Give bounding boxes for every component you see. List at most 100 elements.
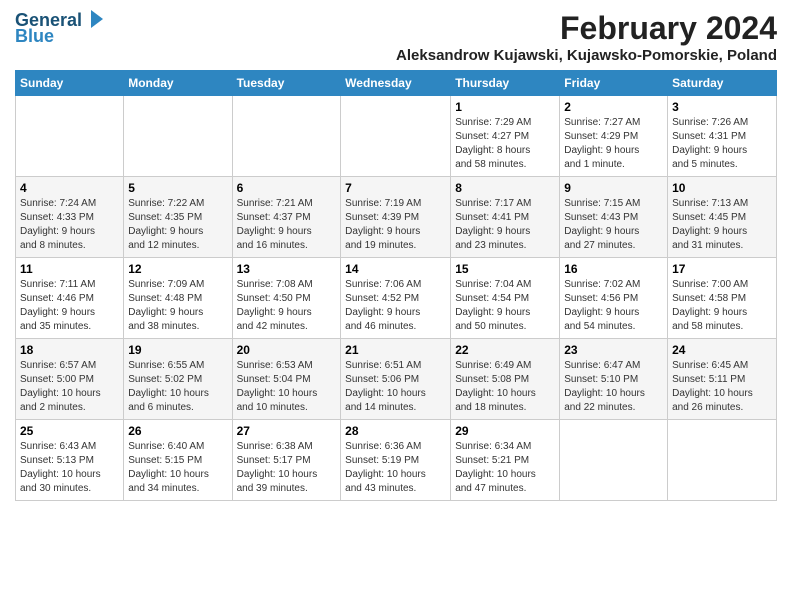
day-info: Sunrise: 7:06 AM Sunset: 4:52 PM Dayligh…: [345, 278, 446, 334]
page: General Blue February 2024 Aleksandrow K…: [0, 0, 792, 511]
day-number: 28: [345, 424, 446, 438]
calendar-cell: 8 Sunrise: 7:17 AM Sunset: 4:41 PM Daylig…: [451, 177, 560, 258]
day-info: Sunrise: 7:13 AM Sunset: 4:45 PM Dayligh…: [672, 197, 772, 253]
calendar-cell: 5Sunrise: 7:22 AM Sunset: 4:35 PM Daylig…: [124, 177, 232, 258]
day-info: Sunrise: 6:57 AM Sunset: 5:00 PM Dayligh…: [20, 359, 119, 415]
calendar-cell: 1Sunrise: 7:29 AM Sunset: 4:27 PM Daylig…: [451, 96, 560, 177]
day-number: 23: [564, 343, 663, 357]
calendar-cell: 11Sunrise: 7:11 AM Sunset: 4:46 PM Dayli…: [16, 258, 124, 339]
day-number: 12: [128, 262, 227, 276]
day-number: 18: [20, 343, 119, 357]
calendar-cell: 12 Sunrise: 7:09 AM Sunset: 4:48 PM Dayli…: [124, 258, 232, 339]
day-info: Sunrise: 6:34 AM Sunset: 5:21 PM Dayligh…: [455, 440, 555, 496]
title-section: February 2024 Aleksandrow Kujawski, Kuja…: [396, 10, 777, 64]
calendar-cell: 10Sunrise: 7:13 AM Sunset: 4:45 PM Dayli…: [668, 177, 777, 258]
day-info: Sunrise: 6:49 AM Sunset: 5:08 PM Dayligh…: [455, 359, 555, 415]
day-number: 20: [237, 343, 337, 357]
column-header-friday: Friday: [560, 71, 668, 96]
day-info: Sunrise: 7:09 AM Sunset: 4:48 PM Dayligh…: [128, 278, 227, 334]
day-number: 4: [20, 181, 119, 195]
day-info: Sunrise: 7:17 AM Sunset: 4:41 PM Dayligh…: [455, 197, 555, 253]
calendar-cell: 17 Sunrise: 7:00 AM Sunset: 4:58 PM Dayli…: [668, 258, 777, 339]
day-info: Sunrise: 6:47 AM Sunset: 5:10 PM Dayligh…: [564, 359, 663, 415]
day-number: 1: [455, 100, 555, 114]
calendar-cell: [560, 420, 668, 501]
day-number: 19: [128, 343, 227, 357]
day-number: 8: [455, 181, 555, 195]
calendar-table: SundayMondayTuesdayWednesdayThursdayFrid…: [15, 70, 777, 501]
calendar-cell: 13 Sunrise: 7:08 AM Sunset: 4:50 PM Dayli…: [232, 258, 341, 339]
calendar-cell: 28 Sunrise: 6:36 AM Sunset: 5:19 PM Dayli…: [341, 420, 451, 501]
day-info: Sunrise: 7:24 AM Sunset: 4:33 PM Dayligh…: [20, 197, 119, 253]
day-number: 6: [237, 181, 337, 195]
column-header-thursday: Thursday: [451, 71, 560, 96]
day-number: 7: [345, 181, 446, 195]
day-info: Sunrise: 7:02 AM Sunset: 4:56 PM Dayligh…: [564, 278, 663, 334]
calendar-cell: 23 Sunrise: 6:47 AM Sunset: 5:10 PM Dayli…: [560, 339, 668, 420]
calendar-cell: 22Sunrise: 6:49 AM Sunset: 5:08 PM Dayli…: [451, 339, 560, 420]
day-number: 16: [564, 262, 663, 276]
day-number: 14: [345, 262, 446, 276]
calendar-cell: 2Sunrise: 7:27 AM Sunset: 4:29 PM Daylig…: [560, 96, 668, 177]
day-number: 21: [345, 343, 446, 357]
day-info: Sunrise: 6:38 AM Sunset: 5:17 PM Dayligh…: [237, 440, 337, 496]
day-number: 27: [237, 424, 337, 438]
day-info: Sunrise: 7:26 AM Sunset: 4:31 PM Dayligh…: [672, 116, 772, 172]
day-info: Sunrise: 6:36 AM Sunset: 5:19 PM Dayligh…: [345, 440, 446, 496]
calendar-cell: [232, 96, 341, 177]
calendar-cell: 20 Sunrise: 6:53 AM Sunset: 5:04 PM Dayli…: [232, 339, 341, 420]
calendar-cell: 21 Sunrise: 6:51 AM Sunset: 5:06 PM Dayli…: [341, 339, 451, 420]
day-info: Sunrise: 7:22 AM Sunset: 4:35 PM Dayligh…: [128, 197, 227, 253]
day-info: Sunrise: 7:19 AM Sunset: 4:39 PM Dayligh…: [345, 197, 446, 253]
day-number: 13: [237, 262, 337, 276]
day-info: Sunrise: 6:40 AM Sunset: 5:15 PM Dayligh…: [128, 440, 227, 496]
logo-icon: [83, 8, 105, 30]
calendar-header: SundayMondayTuesdayWednesdayThursdayFrid…: [16, 71, 777, 96]
day-info: Sunrise: 7:08 AM Sunset: 4:50 PM Dayligh…: [237, 278, 337, 334]
calendar-cell: 29 Sunrise: 6:34 AM Sunset: 5:21 PM Dayli…: [451, 420, 560, 501]
day-info: Sunrise: 6:51 AM Sunset: 5:06 PM Dayligh…: [345, 359, 446, 415]
day-number: 11: [20, 262, 119, 276]
calendar-cell: [124, 96, 232, 177]
day-info: Sunrise: 6:45 AM Sunset: 5:11 PM Dayligh…: [672, 359, 772, 415]
calendar-cell: 7 Sunrise: 7:19 AM Sunset: 4:39 PM Daylig…: [341, 177, 451, 258]
calendar-cell: [16, 96, 124, 177]
week-row-2: 4 Sunrise: 7:24 AM Sunset: 4:33 PM Daylig…: [16, 177, 777, 258]
calendar-cell: 14 Sunrise: 7:06 AM Sunset: 4:52 PM Dayli…: [341, 258, 451, 339]
day-info: Sunrise: 6:43 AM Sunset: 5:13 PM Dayligh…: [20, 440, 119, 496]
day-number: 3: [672, 100, 772, 114]
calendar-cell: 18 Sunrise: 6:57 AM Sunset: 5:00 PM Dayli…: [16, 339, 124, 420]
column-header-wednesday: Wednesday: [341, 71, 451, 96]
calendar-cell: 27 Sunrise: 6:38 AM Sunset: 5:17 PM Dayli…: [232, 420, 341, 501]
calendar-cell: 19 Sunrise: 6:55 AM Sunset: 5:02 PM Dayli…: [124, 339, 232, 420]
calendar-body: 1Sunrise: 7:29 AM Sunset: 4:27 PM Daylig…: [16, 96, 777, 501]
week-row-5: 25 Sunrise: 6:43 AM Sunset: 5:13 PM Dayli…: [16, 420, 777, 501]
day-number: 26: [128, 424, 227, 438]
day-info: Sunrise: 7:04 AM Sunset: 4:54 PM Dayligh…: [455, 278, 555, 334]
week-row-4: 18 Sunrise: 6:57 AM Sunset: 5:00 PM Dayli…: [16, 339, 777, 420]
calendar-cell: 25 Sunrise: 6:43 AM Sunset: 5:13 PM Dayli…: [16, 420, 124, 501]
calendar-cell: 9Sunrise: 7:15 AM Sunset: 4:43 PM Daylig…: [560, 177, 668, 258]
week-row-3: 11Sunrise: 7:11 AM Sunset: 4:46 PM Dayli…: [16, 258, 777, 339]
calendar-cell: 26 Sunrise: 6:40 AM Sunset: 5:15 PM Dayli…: [124, 420, 232, 501]
day-number: 24: [672, 343, 772, 357]
day-info: Sunrise: 6:53 AM Sunset: 5:04 PM Dayligh…: [237, 359, 337, 415]
column-header-tuesday: Tuesday: [232, 71, 341, 96]
logo: General Blue: [15, 10, 105, 47]
day-info: Sunrise: 6:55 AM Sunset: 5:02 PM Dayligh…: [128, 359, 227, 415]
calendar-cell: [668, 420, 777, 501]
subtitle: Aleksandrow Kujawski, Kujawsko-Pomorskie…: [396, 47, 777, 64]
column-header-sunday: Sunday: [16, 71, 124, 96]
main-title: February 2024: [396, 10, 777, 47]
column-header-saturday: Saturday: [668, 71, 777, 96]
day-number: 15: [455, 262, 555, 276]
day-number: 25: [20, 424, 119, 438]
calendar-cell: [341, 96, 451, 177]
column-header-monday: Monday: [124, 71, 232, 96]
day-number: 29: [455, 424, 555, 438]
calendar-cell: 16 Sunrise: 7:02 AM Sunset: 4:56 PM Dayli…: [560, 258, 668, 339]
calendar-cell: 6Sunrise: 7:21 AM Sunset: 4:37 PM Daylig…: [232, 177, 341, 258]
day-info: Sunrise: 7:15 AM Sunset: 4:43 PM Dayligh…: [564, 197, 663, 253]
day-number: 17: [672, 262, 772, 276]
day-info: Sunrise: 7:00 AM Sunset: 4:58 PM Dayligh…: [672, 278, 772, 334]
